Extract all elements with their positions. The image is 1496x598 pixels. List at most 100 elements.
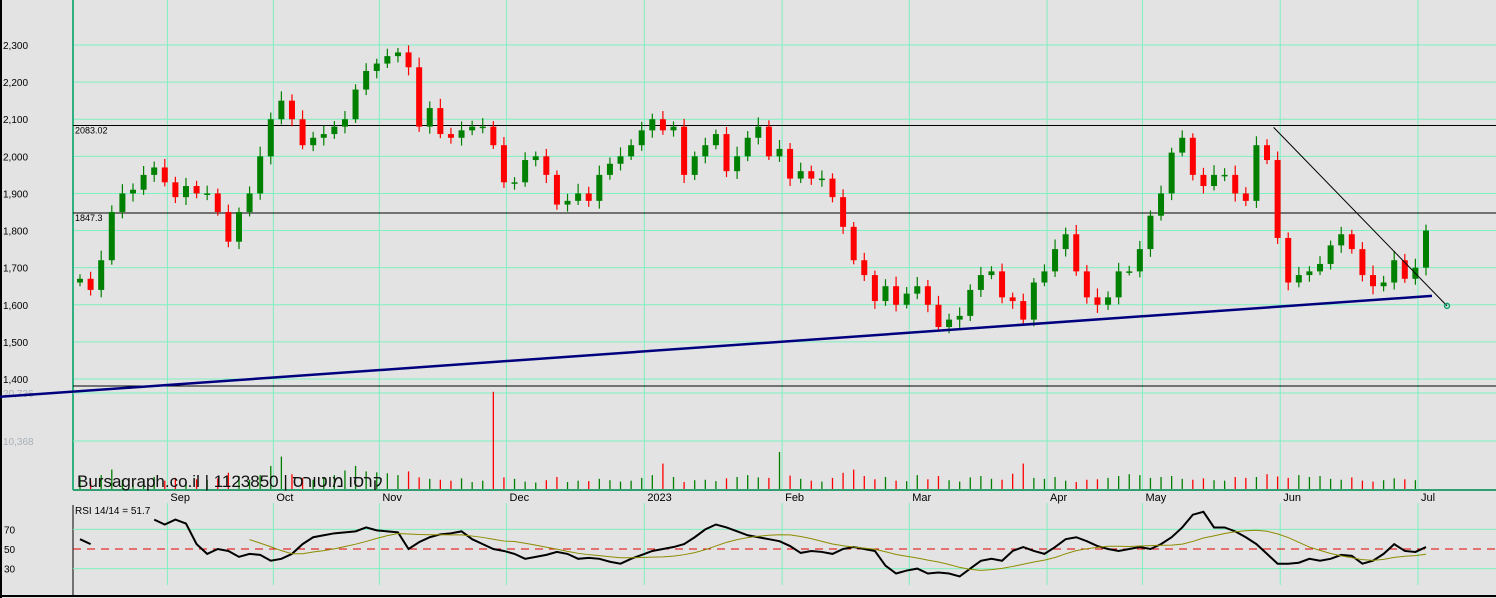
candle-body <box>1052 249 1059 272</box>
candle-body <box>1062 234 1069 250</box>
candle-body <box>1370 275 1377 287</box>
candle-body <box>712 134 719 146</box>
candle-body <box>543 156 550 175</box>
candle-body <box>363 70 370 90</box>
candle-body <box>214 193 221 212</box>
candle-body <box>1168 152 1175 194</box>
month-label: Oct <box>276 492 293 504</box>
candle-body <box>1264 145 1271 161</box>
candle-body <box>882 286 889 302</box>
candle-body <box>267 119 274 157</box>
candle-body <box>659 119 666 131</box>
candle-body <box>352 89 359 120</box>
candle-body <box>373 63 380 71</box>
level-label: 2083.02 <box>75 126 108 136</box>
candle-body <box>1147 215 1154 250</box>
month-label: Dec <box>510 492 530 504</box>
candle-body <box>1041 271 1048 283</box>
candle-body <box>1094 297 1101 305</box>
candle-body <box>1327 245 1334 264</box>
price-tick-label: 1,400 <box>3 375 28 386</box>
candle-body <box>1200 174 1207 187</box>
month-label: Sep <box>170 492 190 504</box>
candle-body <box>924 286 931 305</box>
candle-body <box>172 182 179 198</box>
candle-body <box>787 148 794 179</box>
month-label: 2023 <box>647 492 671 504</box>
candle-body <box>320 134 327 138</box>
candle-body <box>1136 249 1143 272</box>
candle-body <box>1380 282 1387 287</box>
candle-body <box>1359 249 1366 276</box>
candle-body <box>1317 263 1324 272</box>
candle-body <box>649 119 656 131</box>
candle-body <box>182 186 189 198</box>
candle-body <box>946 319 953 328</box>
candle-body <box>1306 271 1313 276</box>
candle-body <box>1274 160 1281 238</box>
candle-body <box>458 130 465 138</box>
candle-body <box>596 174 603 201</box>
candle-body <box>1189 137 1196 175</box>
price-tick-label: 2,100 <box>3 115 28 126</box>
candle-body <box>278 100 285 120</box>
candle-body <box>1295 275 1302 283</box>
candle-body <box>893 286 900 305</box>
candle-body <box>479 126 486 129</box>
candle-body <box>776 148 783 157</box>
candle-body <box>161 167 168 183</box>
candle-body <box>1221 174 1228 177</box>
candle-body <box>1423 230 1429 268</box>
candle-body <box>861 260 868 276</box>
candle-body <box>871 275 878 302</box>
level-label: 1847.3 <box>75 213 103 223</box>
candle-body <box>225 211 232 242</box>
candle-body <box>416 67 423 127</box>
candle-body <box>204 193 211 195</box>
month-label: Mar <box>912 492 931 504</box>
candle-body <box>1009 297 1016 302</box>
candle-body <box>1391 260 1398 283</box>
candle-body <box>670 126 677 131</box>
candle-body <box>691 156 698 175</box>
candle-body <box>765 126 772 157</box>
candle-body <box>511 182 518 184</box>
candle-body <box>553 174 560 205</box>
candle-body <box>469 126 476 131</box>
candle-body <box>797 171 804 179</box>
candle-body <box>98 260 105 290</box>
candle-body <box>808 171 815 179</box>
candle-body <box>193 186 200 194</box>
candle-body <box>628 145 635 157</box>
candle-body <box>437 108 444 135</box>
rsi-tick-label: 70 <box>4 525 16 536</box>
candle-body <box>405 52 412 68</box>
candle-body <box>394 52 401 57</box>
month-label: Apr <box>1050 492 1067 504</box>
candle-body <box>246 193 253 212</box>
candle-body <box>638 130 645 146</box>
rsi-label: RSI 14/14 = 51.7 <box>75 506 151 517</box>
candle-body <box>310 137 317 146</box>
candle-body <box>829 178 836 198</box>
rsi-tick-label: 30 <box>4 565 16 576</box>
candle-body <box>1179 137 1186 153</box>
price-tick-label: 2,200 <box>3 78 28 89</box>
price-tick-label: 1,800 <box>3 227 28 238</box>
price-tick-label: 1,500 <box>3 338 28 349</box>
candle-body <box>1242 193 1249 201</box>
candle-body <box>1073 234 1080 272</box>
candle-body <box>818 178 825 181</box>
candle-body <box>914 286 921 294</box>
candle-body <box>840 197 847 227</box>
candle-body <box>956 315 963 320</box>
candle-body <box>129 189 136 194</box>
candle-body <box>681 126 688 175</box>
price-tick-label: 2,000 <box>3 152 28 163</box>
candle-body <box>988 271 995 276</box>
candle-body <box>1211 174 1218 187</box>
candle-body <box>140 174 147 190</box>
candle-body <box>903 293 910 305</box>
candle-body <box>1020 301 1027 320</box>
candle-body <box>1105 297 1112 305</box>
